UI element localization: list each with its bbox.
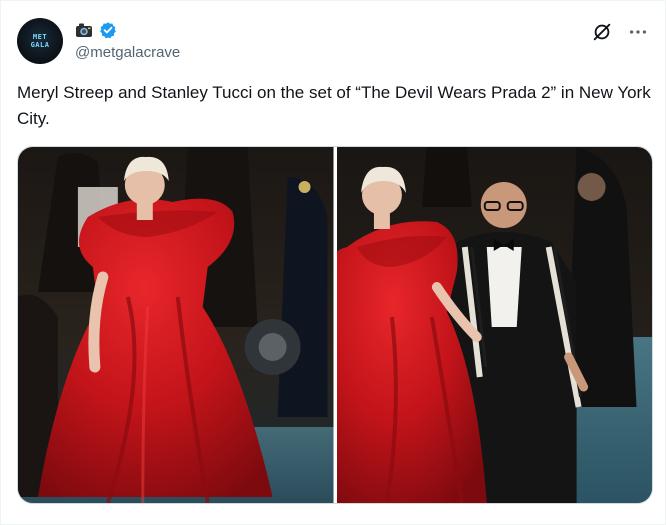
tweet-card: MET GALA @metgalacrave Meryl Streep and …	[0, 0, 666, 525]
media-grid	[17, 146, 653, 504]
verified-icon[interactable]	[99, 21, 117, 39]
avatar[interactable]: MET GALA	[17, 18, 63, 64]
avatar-logo: MET GALA	[30, 33, 50, 49]
photo-2[interactable]	[336, 147, 652, 503]
camera-icon	[76, 23, 92, 37]
user-handle[interactable]: @metgalacrave	[75, 44, 180, 61]
photo-2-image	[336, 147, 652, 503]
more-options-icon[interactable]	[627, 21, 649, 43]
tweet-text: Meryl Streep and Stanley Tucci on the se…	[17, 83, 651, 128]
header-actions	[591, 21, 649, 43]
photo-1-image	[18, 147, 334, 503]
display-name-row[interactable]	[75, 20, 117, 40]
grok-icon[interactable]	[591, 21, 613, 43]
tweet-header: MET GALA @metgalacrave	[17, 15, 649, 67]
photo-1[interactable]	[18, 147, 334, 503]
